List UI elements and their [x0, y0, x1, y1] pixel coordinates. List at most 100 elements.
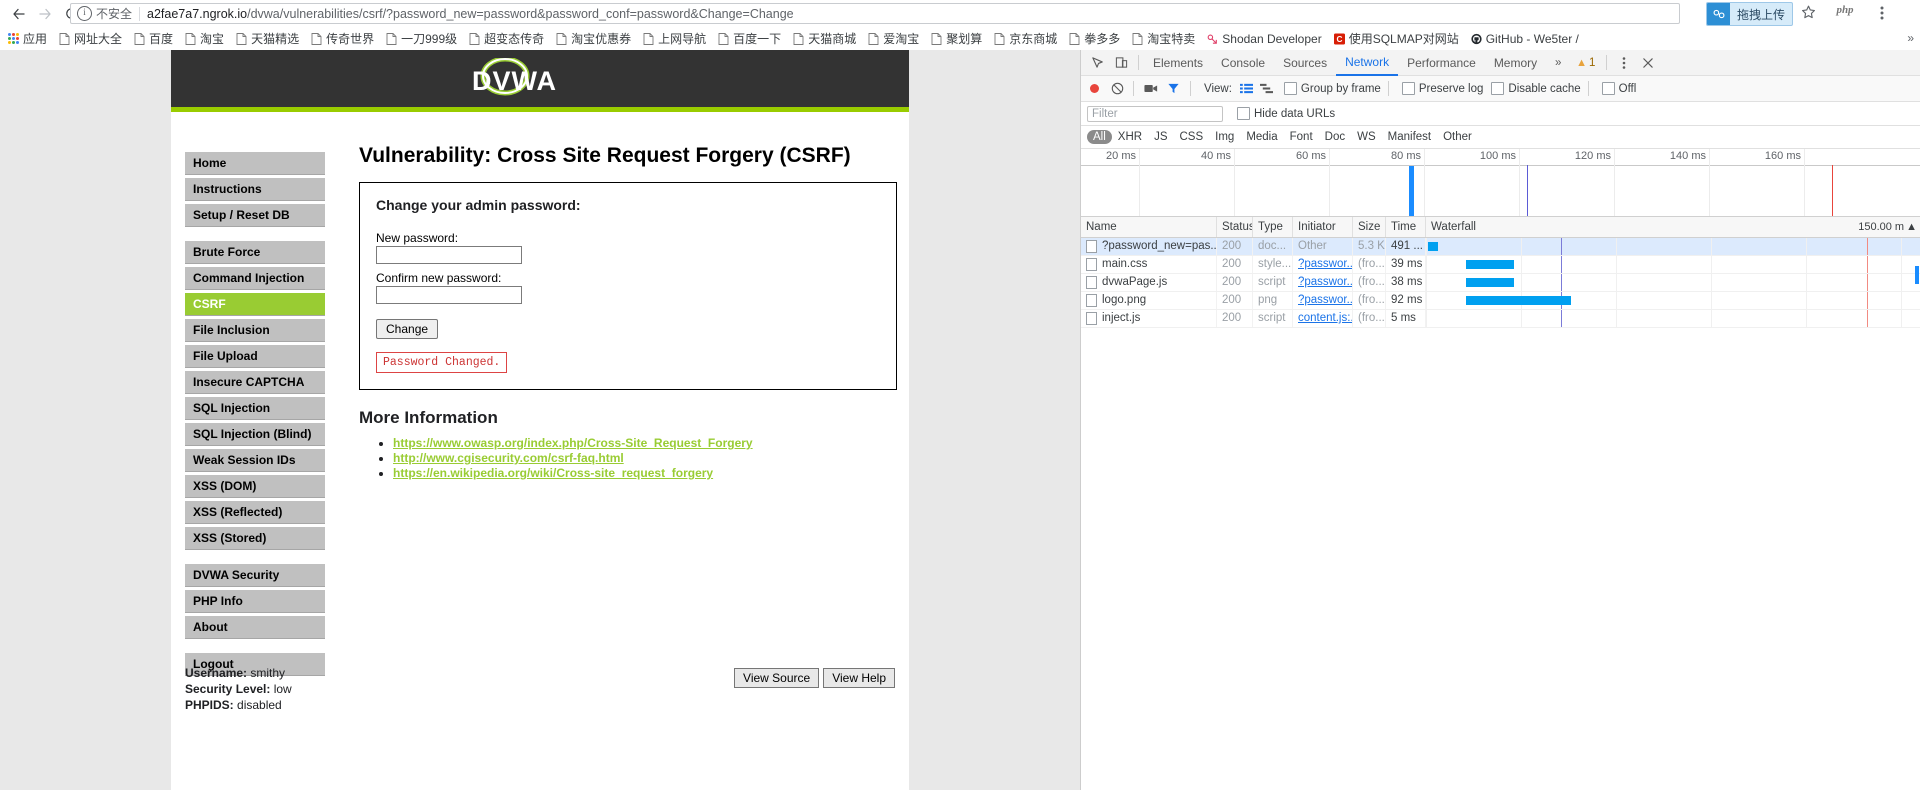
sidebar-item-php-info[interactable]: PHP Info [185, 590, 325, 613]
change-button[interactable]: Change [376, 319, 439, 339]
bookmark-item[interactable]: 爱淘宝 [862, 29, 925, 49]
initiator-link[interactable]: ?passwor... [1298, 276, 1352, 288]
list-view-icon[interactable] [1238, 80, 1256, 98]
external-link[interactable]: https://en.wikipedia.org/wiki/Cross-site… [393, 466, 713, 480]
scrollbar-thumb[interactable] [1915, 266, 1919, 284]
sidebar-item-dvwa-security[interactable]: DVWA Security [185, 564, 325, 587]
bookmark-item[interactable]: 上网导航 [637, 29, 712, 49]
new-password-input[interactable] [376, 246, 522, 264]
three-dots-vertical-icon[interactable] [1612, 52, 1636, 74]
view-help-button[interactable]: View Help [823, 668, 895, 688]
address-bar[interactable]: i 不安全 a2fae7a7.ngrok.io/dvwa/vulnerabili… [70, 3, 1680, 24]
initiator-link[interactable]: content.js:... [1298, 312, 1352, 324]
bookmark-item[interactable]: 淘宝 [179, 29, 230, 49]
close-icon[interactable] [1636, 52, 1660, 74]
filter-chip-xhr[interactable]: XHR [1112, 130, 1148, 144]
bookmark-item[interactable]: 淘宝特卖 [1126, 29, 1201, 49]
sidebar-item-sql-injection[interactable]: SQL Injection [185, 397, 325, 420]
filter-chip-manifest[interactable]: Manifest [1382, 130, 1437, 144]
column-header-name[interactable]: Name [1081, 217, 1217, 237]
funnel-icon[interactable] [1163, 80, 1183, 98]
filter-chip-all[interactable]: All [1087, 130, 1112, 144]
filter-chip-font[interactable]: Font [1284, 130, 1319, 144]
filter-chip-doc[interactable]: Doc [1319, 130, 1351, 144]
waterfall-view-icon[interactable] [1258, 80, 1276, 98]
column-header-waterfall[interactable]: Waterfall 150.00 m ▲ [1426, 217, 1920, 237]
external-link[interactable]: http://www.cgisecurity.com/csrf-faq.html [393, 451, 624, 465]
security-indicator[interactable]: i 不安全 [77, 5, 132, 22]
hide-data-urls-checkbox[interactable]: Hide data URLs [1237, 107, 1335, 120]
table-row[interactable]: ?password_new=pas... 200 doc... Other 5.3 KB… [1081, 238, 1920, 256]
bookmark-item[interactable]: 传奇世界 [305, 29, 380, 49]
tab-console[interactable]: Console [1212, 51, 1274, 75]
bookmark-item[interactable]: 天猫精选 [230, 29, 305, 49]
bookmark-item[interactable]: C 使用SQLMAP对网站 [1328, 29, 1465, 49]
bookmark-item[interactable]: Shodan Developer [1201, 29, 1327, 49]
chevron-double-right-icon[interactable]: » [1546, 52, 1570, 74]
initiator-link[interactable]: ?passwor... [1298, 294, 1352, 306]
sidebar-item-setup-reset-db[interactable]: Setup / Reset DB [185, 204, 325, 227]
tab-memory[interactable]: Memory [1485, 51, 1546, 75]
filter-input[interactable]: Filter [1087, 105, 1223, 122]
camera-icon[interactable] [1141, 80, 1161, 98]
bookmark-item[interactable]: 京东商城 [988, 29, 1063, 49]
tab-sources[interactable]: Sources [1274, 51, 1336, 75]
php-icon[interactable]: php [1835, 4, 1855, 22]
sidebar-item-about[interactable]: About [185, 616, 325, 639]
bookmark-item[interactable]: 拳多多 [1063, 29, 1126, 49]
filter-chip-media[interactable]: Media [1240, 130, 1283, 144]
tab-network[interactable]: Network [1336, 50, 1399, 76]
bookmark-item[interactable]: 淘宝优惠券 [550, 29, 637, 49]
filter-chip-img[interactable]: Img [1209, 130, 1240, 144]
tab-performance[interactable]: Performance [1398, 51, 1485, 75]
view-source-button[interactable]: View Source [734, 668, 820, 688]
sidebar-item-xss-stored[interactable]: XSS (Stored) [185, 527, 325, 550]
drag-upload-extension-badge[interactable]: 拖拽上传 [1706, 2, 1794, 26]
bookmark-apps[interactable]: 应用 [0, 29, 53, 49]
bookmark-item[interactable]: 天猫商城 [787, 29, 862, 49]
sidebar-item-command-injection[interactable]: Command Injection [185, 267, 325, 290]
column-header-type[interactable]: Type [1253, 217, 1293, 237]
sidebar-item-weak-session-ids[interactable]: Weak Session IDs [185, 449, 325, 472]
external-link[interactable]: https://www.owasp.org/index.php/Cross-Si… [393, 436, 753, 450]
record-circle-icon[interactable] [1090, 84, 1099, 93]
back-icon[interactable] [6, 1, 32, 27]
clear-circle-slash-icon[interactable] [1108, 80, 1126, 98]
sidebar-item-file-inclusion[interactable]: File Inclusion [185, 319, 325, 342]
bookmark-item[interactable]: 超变态传奇 [463, 29, 550, 49]
sidebar-item-sql-injection-blind[interactable]: SQL Injection (Blind) [185, 423, 325, 446]
bookmark-item[interactable]: 一刀999级 [380, 29, 463, 49]
bookmark-item[interactable]: 网址大全 [53, 29, 128, 49]
disable-cache-checkbox[interactable]: Disable cache [1491, 82, 1581, 95]
star-outline-icon[interactable] [1800, 4, 1818, 22]
sidebar-item-csrf[interactable]: CSRF [185, 293, 325, 316]
three-dots-vertical-icon[interactable] [1872, 2, 1892, 24]
device-toolbar-icon[interactable] [1109, 52, 1133, 74]
table-row[interactable]: logo.png 200 png ?passwor... (fro... 92 ms [1081, 292, 1920, 310]
sidebar-item-xss-reflected[interactable]: XSS (Reflected) [185, 501, 325, 524]
sidebar-item-insecure-captcha[interactable]: Insecure CAPTCHA [185, 371, 325, 394]
sidebar-item-instructions[interactable]: Instructions [185, 178, 325, 201]
sidebar-item-xss-dom[interactable]: XSS (DOM) [185, 475, 325, 498]
column-header-time[interactable]: Time [1386, 217, 1426, 237]
sidebar-item-file-upload[interactable]: File Upload [185, 345, 325, 368]
chevron-double-right-icon[interactable]: » [1907, 31, 1914, 45]
bookmark-item[interactable]: 百度一下 [712, 29, 787, 49]
sidebar-item-brute-force[interactable]: Brute Force [185, 241, 325, 264]
confirm-password-input[interactable] [376, 286, 522, 304]
column-header-size[interactable]: Size [1353, 217, 1386, 237]
column-header-initiator[interactable]: Initiator [1293, 217, 1353, 237]
preserve-log-checkbox[interactable]: Preserve log [1401, 82, 1483, 95]
cursor-select-icon[interactable] [1085, 52, 1109, 74]
forward-icon[interactable] [32, 1, 58, 27]
bookmark-item[interactable]: GitHub - We5ter / [1465, 29, 1585, 49]
table-row[interactable]: dvwaPage.js 200 script ?passwor... (fro... 38… [1081, 274, 1920, 292]
filter-chip-css[interactable]: CSS [1173, 130, 1209, 144]
filter-chip-other[interactable]: Other [1437, 130, 1478, 144]
filter-chip-ws[interactable]: WS [1351, 130, 1382, 144]
table-row[interactable]: inject.js 200 script content.js:... (fro...5… [1081, 310, 1920, 328]
group-by-frame-checkbox[interactable]: Group by frame [1283, 82, 1381, 95]
column-header-status[interactable]: Status [1217, 217, 1253, 237]
bookmark-item[interactable]: 聚划算 [925, 29, 988, 49]
warning-badge[interactable]: ▲ 1 [1570, 57, 1601, 69]
